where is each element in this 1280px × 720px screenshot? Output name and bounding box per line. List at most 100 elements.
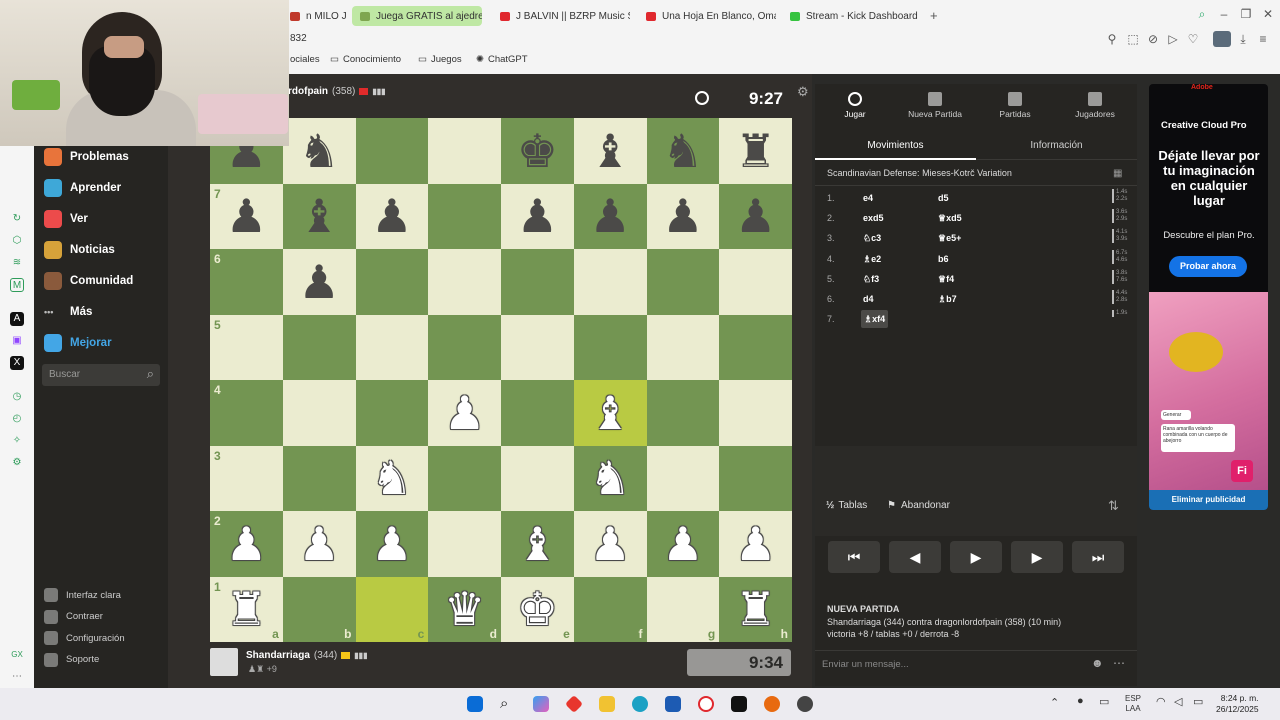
capcut-icon[interactable] [731, 696, 747, 712]
square-c3[interactable]: ♞ [355, 445, 429, 511]
move-black[interactable]: ♕xd5 [938, 209, 962, 227]
white-bishop-icon[interactable]: ♝ [574, 380, 647, 446]
flip-board-icon[interactable]: ⇅ [1108, 498, 1119, 514]
panel-tab-0[interactable]: Jugar [815, 92, 895, 119]
square-g8[interactable]: ♞ [646, 118, 720, 184]
block-icon[interactable]: ⊘ [1147, 33, 1159, 45]
move-white[interactable]: ♗xf4 [861, 310, 889, 329]
store-icon[interactable] [665, 696, 681, 712]
square-g3[interactable] [646, 445, 720, 511]
square-d8[interactable] [428, 118, 501, 184]
move-white[interactable]: ♗e2 [863, 250, 881, 268]
square-c8[interactable] [355, 118, 429, 184]
white-pawn-icon[interactable]: ♟ [574, 511, 647, 577]
black-pawn-icon[interactable]: ♟ [356, 184, 429, 250]
black-knight-icon[interactable]: ♞ [283, 118, 356, 184]
subtab-info[interactable]: Información [976, 132, 1137, 160]
square-h2[interactable]: ♟ [719, 511, 792, 577]
white-pawn-icon[interactable]: ♟ [647, 511, 720, 577]
nav-item-problemas[interactable]: Problemas [44, 148, 129, 166]
panel-tab-3[interactable]: Jugadores [1055, 92, 1135, 119]
nav-item-ver[interactable]: Ver [44, 210, 88, 228]
panel-tab-2[interactable]: Partidas [975, 92, 1055, 119]
windows-start-icon[interactable] [467, 696, 483, 712]
sidebar-footer-item[interactable]: Soporte [44, 652, 99, 667]
ad-cta-button[interactable]: Probar ahora [1169, 256, 1247, 277]
browser-tab[interactable]: Stream - Kick Dashboard [790, 6, 918, 26]
sidebar-footer-item[interactable]: Contraer [44, 609, 103, 624]
draw-button[interactable]: ½ Tablas [826, 500, 867, 511]
remove-ads-button[interactable]: Eliminar publicidad [1149, 490, 1268, 510]
square-c7[interactable]: ♟ [355, 183, 429, 250]
heart-icon[interactable]: ♡ [1187, 33, 1199, 45]
move-white[interactable]: e4 [863, 189, 873, 207]
square-f3[interactable]: ♞ [573, 445, 647, 511]
gx-icon[interactable]: GX [10, 648, 24, 662]
resign-button[interactable]: ⚑ Abandonar [887, 500, 950, 511]
square-a3[interactable]: 3 [210, 445, 283, 511]
file-explorer-icon[interactable] [599, 696, 615, 712]
square-b5[interactable] [282, 314, 356, 380]
play-button[interactable]: ▶ [950, 541, 1002, 573]
nav-item-noticias[interactable]: Noticias [44, 241, 115, 259]
square-a5[interactable]: 5 [210, 314, 283, 380]
move-black[interactable]: b6 [938, 250, 949, 268]
square-b4[interactable] [282, 380, 356, 446]
advertisement[interactable]: Adobe Creative Cloud Pro Déjate llevar p… [1149, 84, 1268, 510]
square-g1[interactable]: g [646, 576, 720, 642]
bottom-player-avatar[interactable] [210, 648, 238, 676]
chat-input[interactable]: Enviar un mensaje... [822, 659, 909, 670]
square-f8[interactable]: ♝ [573, 118, 647, 184]
bookmark-item[interactable]: ✺ ChatGPT [476, 54, 528, 65]
extension-icon[interactable]: ⬡ [10, 234, 24, 248]
black-pawn-icon[interactable]: ♟ [719, 184, 792, 250]
m-icon[interactable]: M [10, 278, 24, 292]
square-c2[interactable]: ♟ [355, 511, 429, 577]
move-black[interactable]: ♗b7 [938, 290, 957, 308]
move-white[interactable]: ♘c3 [863, 229, 881, 247]
search-icon[interactable]: ⌕ [147, 366, 154, 382]
square-b1[interactable]: b [282, 576, 356, 642]
mic-icon[interactable]: ● [1077, 695, 1084, 707]
wifi-icon[interactable]: ◠ [1156, 695, 1166, 708]
black-pawn-icon[interactable]: ♟ [574, 184, 647, 250]
maximize-icon[interactable]: ❐ [1240, 8, 1252, 20]
square-g6[interactable] [646, 249, 720, 315]
square-f2[interactable]: ♟ [573, 511, 647, 577]
square-d4[interactable]: ♟ [428, 380, 501, 446]
emoji-icon[interactable]: ☻ [1091, 656, 1104, 670]
square-e2[interactable]: ♝ [501, 511, 574, 577]
search-input[interactable]: Buscar ⌕ [42, 364, 160, 386]
battery-icon[interactable]: ▭ [1193, 695, 1203, 708]
black-pawn-icon[interactable]: ♟ [501, 184, 574, 250]
sidebar-footer-item[interactable]: Configuración [44, 631, 125, 645]
square-d3[interactable] [428, 445, 501, 511]
nav-item-más[interactable]: ••• Más [44, 303, 92, 321]
nav-item-aprender[interactable]: Aprender [44, 179, 121, 197]
last-move-button[interactable]: ⏭ [1072, 541, 1124, 573]
square-f4[interactable]: ♝ [573, 380, 647, 446]
black-knight-icon[interactable]: ♞ [647, 118, 720, 184]
clock-icon[interactable]: ◴ [10, 412, 24, 426]
square-c4[interactable] [355, 380, 429, 446]
history-icon[interactable]: ◷ [10, 390, 24, 404]
square-h6[interactable] [719, 249, 792, 315]
square-h8[interactable]: ♜ [719, 118, 792, 184]
black-rook-icon[interactable]: ♜ [719, 118, 792, 184]
bottom-player[interactable]: Shandarriaga (344) ▮▮▮ [246, 650, 368, 661]
copilot-icon[interactable] [533, 696, 549, 712]
move-white[interactable]: d4 [863, 290, 874, 308]
square-d6[interactable] [428, 249, 501, 315]
close-window-icon[interactable]: ✕ [1262, 8, 1274, 20]
screenshot-icon[interactable]: ⬚ [1127, 33, 1139, 45]
network-icon[interactable]: ▭ [1099, 695, 1109, 708]
square-h7[interactable]: ♟ [719, 183, 792, 250]
square-c6[interactable] [355, 249, 429, 315]
square-a4[interactable]: 4 [210, 380, 283, 446]
refresh-icon[interactable]: ↻ [10, 212, 24, 226]
book-icon[interactable]: ▦ [1113, 168, 1122, 179]
minimize-icon[interactable]: – [1218, 8, 1230, 20]
square-a6[interactable]: 6 [210, 249, 283, 315]
settings-icon[interactable]: ⚙ [10, 456, 24, 470]
nav-item-mejorar[interactable]: Mejorar [44, 334, 112, 352]
